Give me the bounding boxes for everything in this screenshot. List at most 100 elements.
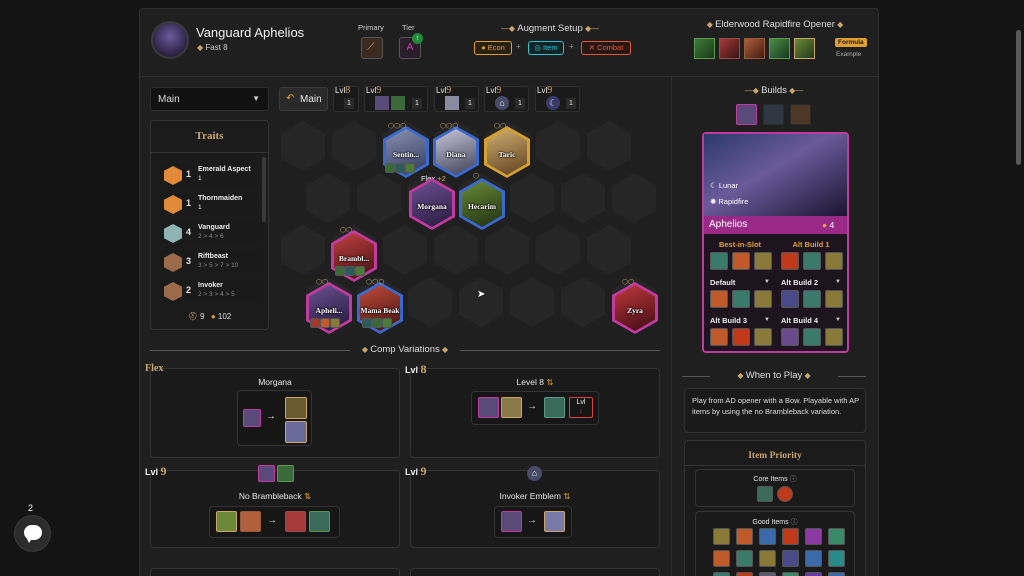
good-item-icon[interactable] <box>828 572 845 576</box>
chevron-down-icon[interactable]: ▼ <box>764 317 770 323</box>
traits-scrollbar[interactable] <box>262 157 266 222</box>
good-item-icon[interactable] <box>713 550 730 567</box>
main-button[interactable]: ↶ Main <box>279 87 328 111</box>
build-item-icon[interactable] <box>781 290 799 308</box>
good-item-icon[interactable] <box>828 528 845 545</box>
build-item-icon[interactable] <box>803 252 821 270</box>
info-icon[interactable]: ⓘ <box>790 476 797 483</box>
level-count: 1 <box>515 98 525 109</box>
good-item-icon[interactable] <box>713 572 730 576</box>
build-item-icon[interactable] <box>781 328 799 346</box>
level-box-2[interactable]: Lvl9 1 <box>364 85 428 112</box>
good-item-icon[interactable] <box>782 550 799 567</box>
build-item-icon[interactable] <box>710 290 728 308</box>
augment-econ[interactable]: ● Econ <box>474 41 512 55</box>
level-box-5[interactable]: Lvl9 ☾ 1 <box>535 85 580 112</box>
emerald-aspect-icon <box>164 166 182 185</box>
core-item-icon[interactable] <box>777 486 793 502</box>
build-champ-2[interactable] <box>763 104 784 125</box>
opener-champ-4[interactable] <box>769 38 790 59</box>
opener-champ-2[interactable] <box>719 38 740 59</box>
build-label[interactable]: Alt Build 2 <box>781 278 841 287</box>
trait-count: 1 <box>186 198 192 208</box>
ornament-icon: ◆ <box>706 20 716 29</box>
good-item-icon[interactable] <box>736 572 753 576</box>
good-item-icon[interactable] <box>782 528 799 545</box>
ornament-icon: ◆ <box>834 20 844 29</box>
good-item-icon[interactable] <box>736 528 753 545</box>
variation-card[interactable] <box>150 568 400 576</box>
level-box-1[interactable]: Lvl8 1 <box>333 85 359 112</box>
variation-tag: Lvl 9 <box>145 464 167 479</box>
build-item-icon[interactable] <box>732 328 750 346</box>
variations-header: ◆ Comp Variations ◆ <box>150 344 660 355</box>
build-item-icon[interactable] <box>710 328 728 346</box>
build-item-icon[interactable] <box>754 252 772 270</box>
helmet-icon: ⛑ <box>187 312 198 321</box>
build-label[interactable]: Alt Build 1 <box>781 240 841 249</box>
build-item-icon[interactable] <box>803 290 821 308</box>
trait-row[interactable]: 1 Thornmaiden 1 <box>160 193 260 215</box>
good-item-icon[interactable] <box>805 572 822 576</box>
chevron-down-icon[interactable]: ▼ <box>835 279 841 285</box>
speed-icon: ◆ <box>197 43 204 52</box>
good-item-icon[interactable] <box>713 528 730 545</box>
build-item-icon[interactable] <box>732 290 750 308</box>
comp-dropdown[interactable]: Main ▼ <box>150 87 269 111</box>
trait-row[interactable]: 1 Emerald Aspect 1 <box>160 164 260 186</box>
good-item-icon[interactable] <box>736 550 753 567</box>
augment-item[interactable]: ◎ Item <box>528 41 564 55</box>
build-item-icon[interactable] <box>732 252 750 270</box>
level-label: Lvl8 <box>335 85 350 96</box>
good-item-icon[interactable] <box>782 572 799 576</box>
build-champ-3[interactable] <box>790 104 811 125</box>
augment-combat[interactable]: ✕ Combat <box>581 41 631 55</box>
variation-name: Level 8 ⇅ <box>410 377 660 388</box>
good-item-icon[interactable] <box>805 528 822 545</box>
core-item-icon[interactable] <box>757 486 773 502</box>
info-icon[interactable]: ⓘ <box>791 519 798 526</box>
opener-champ-5[interactable] <box>794 38 815 59</box>
build-item-icon[interactable] <box>710 252 728 270</box>
ornament-icon: ◆ <box>737 371 746 380</box>
formula-badge[interactable]: Formula <box>835 38 867 47</box>
good-item-icon[interactable] <box>828 550 845 567</box>
chevron-down-icon[interactable]: ▼ <box>764 279 770 285</box>
variation-name: Invoker Emblem ⇅ <box>410 491 660 502</box>
good-item-icon[interactable] <box>759 572 776 576</box>
build-item-icon[interactable] <box>803 328 821 346</box>
build-item-icon[interactable] <box>825 328 843 346</box>
variation-card[interactable] <box>410 568 660 576</box>
build-champ-aphelios[interactable] <box>736 104 757 125</box>
champion-label: Brambl... <box>338 254 370 263</box>
chevron-down-icon[interactable]: ▼ <box>835 317 841 323</box>
opener-champ-1[interactable] <box>694 38 715 59</box>
build-item-icon[interactable] <box>781 252 799 270</box>
page-scrollbar[interactable] <box>1016 30 1021 165</box>
good-item-icon[interactable] <box>759 550 776 567</box>
build-item-icon[interactable] <box>754 290 772 308</box>
star-icon: ⬡⬡⬡ <box>388 123 407 130</box>
build-item-icon[interactable] <box>825 252 843 270</box>
primary-item[interactable]: ⟋ <box>361 37 383 59</box>
trait-count: 2 <box>186 285 192 295</box>
trait-row[interactable]: 3 Riftbeast 3 > 5 > 7 > 10 <box>160 251 260 273</box>
good-item-icon[interactable] <box>759 528 776 545</box>
swap-in-champion <box>285 397 307 419</box>
chevron-down-icon: ▼ <box>252 94 260 103</box>
tier-up-icon: ↑ <box>412 33 423 44</box>
build-item-icon[interactable] <box>825 290 843 308</box>
chat-button[interactable] <box>14 515 51 552</box>
trait-row[interactable]: 4 Vanguard 2 > 4 > 6 <box>160 222 260 244</box>
build-label[interactable]: Default <box>710 278 770 287</box>
level-box-3[interactable]: Lvl9 1 <box>434 85 479 112</box>
trait-row[interactable]: 2 Invoker 2 > 3 > 4 > 5 <box>160 280 260 302</box>
build-item-icon[interactable] <box>754 328 772 346</box>
build-label[interactable]: Alt Build 3 <box>710 316 770 325</box>
level-count: 1 <box>344 98 354 109</box>
build-label[interactable]: Alt Build 4 <box>781 316 841 325</box>
good-item-icon[interactable] <box>805 550 822 567</box>
level-box-4[interactable]: Lvl9 ⌂ 1 <box>484 85 529 112</box>
build-label[interactable]: Best-in-Slot <box>710 240 770 249</box>
opener-champ-3[interactable] <box>744 38 765 59</box>
